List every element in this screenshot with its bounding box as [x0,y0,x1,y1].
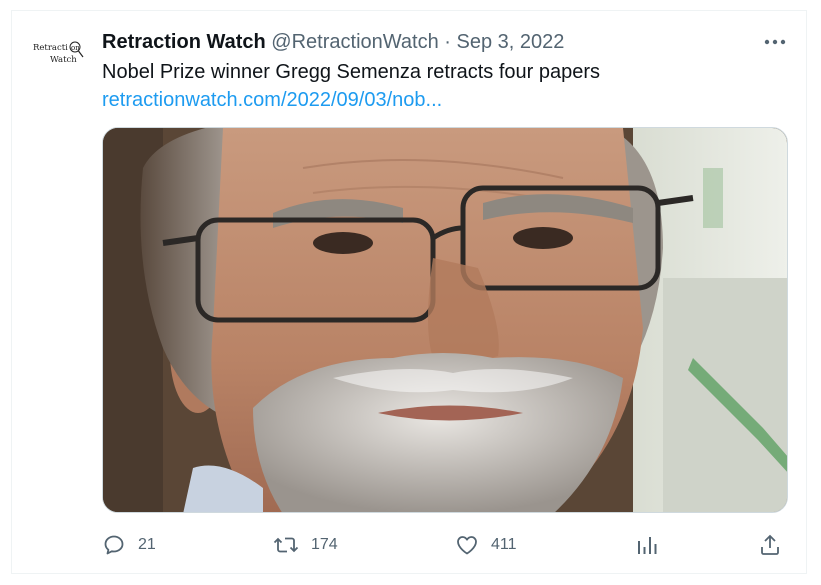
like-button[interactable]: 411 [455,530,517,560]
separator: · [444,31,451,53]
tweet-text: Nobel Prize winner Gregg Semenza retract… [102,61,601,83]
tweet-actions: 21 174 411 [102,530,788,560]
heart-icon [457,536,477,555]
more-button[interactable] [760,28,790,56]
views-button[interactable] [636,530,658,560]
share-button[interactable] [758,530,782,560]
retweet-icon [273,537,299,553]
reply-icon [104,535,124,555]
tweet-date[interactable]: Sep 3, 2022 [457,31,565,53]
more-horizontal-icon [764,39,786,45]
svg-text:Watch: Watch [50,55,77,65]
reply-button[interactable]: 21 [102,530,156,560]
tweet-header: Retraction Watch @RetractionWatch · Sep … [102,29,564,55]
retraction-watch-logo: Retracti on Watch [33,41,84,65]
avatar[interactable]: Retracti on Watch [31,33,87,73]
author-name[interactable]: Retraction Watch [102,31,266,53]
portrait-image [103,128,787,512]
retweet-button[interactable]: 174 [273,530,338,560]
analytics-icon [638,537,657,554]
like-count: 411 [491,536,517,553]
tweet-photo[interactable] [102,127,788,513]
svg-text:Retracti: Retracti [33,43,68,53]
share-icon [761,534,779,555]
author-handle[interactable]: @RetractionWatch [271,31,438,53]
reply-count: 21 [138,536,156,553]
tweet-link[interactable]: retractionwatch.com/2022/09/03/nob... [102,86,442,114]
retweet-count: 174 [311,536,338,553]
